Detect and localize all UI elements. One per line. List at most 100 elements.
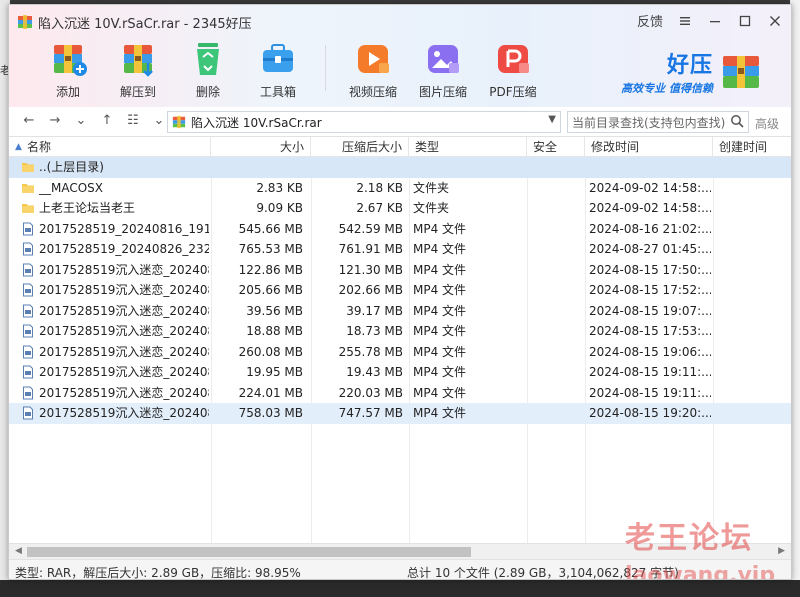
row-name-cell: 2017528519沉入迷恋_202408...	[21, 383, 209, 403]
menu-icon[interactable]	[677, 12, 693, 30]
row-modified: 2024-08-15 19:11:...	[589, 365, 711, 379]
row-name: 2017528519_20240816_1919...	[39, 221, 209, 236]
path-field[interactable]: 陷入沉迷 10V.rSaCr.rar ▼	[167, 111, 561, 133]
extract-button[interactable]: 解压到	[103, 39, 173, 101]
row-name: 2017528519沉入迷恋_202408...	[39, 324, 209, 338]
brand-block: 好压 高效专业 值得信赖	[621, 47, 763, 96]
column-compressed-size[interactable]: 压缩后大小	[311, 137, 409, 157]
row-compressed-size: 39.17 MB	[346, 303, 403, 318]
scroll-left-icon[interactable]: ◀	[15, 546, 22, 556]
row-size: 758.03 MB	[238, 406, 303, 420]
toolbox-button-label: 工具箱	[259, 85, 296, 99]
row-name: 2017528519沉入迷恋_202408...	[39, 262, 209, 277]
address-bar: ← → ⌄ ↑ ☷ ⌄ 陷入沉迷 10V.rSaCr.rar ▼ 当前目录查找(…	[9, 107, 791, 137]
up-arrow-icon[interactable]: ↑	[99, 113, 115, 128]
history-dropdown-icon[interactable]: ⌄	[73, 113, 89, 128]
toolbox-button[interactable]: 工具箱	[243, 39, 313, 101]
row-size	[209, 157, 303, 177]
view-mode-dropdown-icon[interactable]: ⌄	[151, 113, 167, 128]
table-row[interactable]: 2017528519_20240826_2326... 765.53 MB 761.…	[9, 239, 791, 260]
row-name-cell: 上老王论坛当老王	[21, 198, 209, 218]
add-button[interactable]: 添加	[33, 39, 103, 101]
scrollbar-thumb[interactable]	[27, 547, 471, 557]
minimize-icon[interactable]	[707, 12, 723, 30]
row-name: 2017528519沉入迷恋_202408...	[39, 365, 209, 379]
row-type: MP4 文件	[413, 221, 467, 236]
row-size: 39.56 MB	[246, 303, 303, 318]
column-security[interactable]: 安全	[527, 137, 585, 157]
table-row[interactable]: 2017528519_20240816_1919... 545.66 MB 542.…	[9, 219, 791, 240]
delete-button[interactable]: 删除	[173, 39, 243, 101]
table-row[interactable]: 2017528519沉入迷恋_202408... 260.08 MB 255.78 …	[9, 342, 791, 363]
path-dropdown-icon[interactable]: ▼	[548, 114, 556, 125]
search-icon[interactable]	[730, 114, 744, 128]
row-compressed-size: 761.91 MB	[338, 242, 403, 256]
video-file-icon	[23, 406, 33, 420]
close-icon[interactable]	[767, 12, 783, 30]
row-modified: 2024-08-15 19:06:...	[589, 344, 711, 359]
search-input[interactable]: 当前目录查找(支持包内查找)	[567, 111, 749, 133]
row-compressed-size: 121.30 MB	[338, 262, 403, 277]
row-name: 2017528519沉入迷恋_202408...	[39, 303, 209, 318]
back-arrow-icon[interactable]: ←	[21, 113, 37, 128]
extract-icon	[124, 45, 153, 77]
extract-button-label: 解压到	[119, 85, 156, 99]
add-archive-icon	[54, 45, 87, 76]
table-row[interactable]: 2017528519沉入迷恋_202408... 205.66 MB 202.66 …	[9, 280, 791, 301]
folder-icon	[22, 183, 34, 193]
row-name: 2017528519沉入迷恋_202408...	[39, 406, 209, 420]
feedback-link[interactable]: 反馈	[637, 11, 663, 30]
table-row[interactable]: __MACOSX 2.83 KB 2.18 KB 文件夹 2024-09-02 14:5…	[9, 178, 791, 199]
row-compressed-size: 202.66 MB	[338, 283, 403, 297]
column-created[interactable]: 创建时间	[713, 137, 791, 157]
parent-directory-row[interactable]: ..(上层目录)	[9, 157, 791, 178]
row-modified: 2024-08-15 17:52:...	[589, 283, 711, 297]
table-row[interactable]: 2017528519沉入迷恋_202408... 39.56 MB 39.17 MB…	[9, 301, 791, 322]
maximize-icon[interactable]	[737, 12, 753, 30]
delete-button-label: 删除	[195, 85, 220, 99]
row-name-cell: 2017528519沉入迷恋_202408...	[21, 260, 209, 280]
row-modified: 2024-08-27 01:45:...	[589, 242, 711, 256]
row-type: MP4 文件	[413, 283, 467, 297]
row-compressed-size: 255.78 MB	[338, 344, 403, 359]
advanced-search-link[interactable]: 高级	[755, 115, 779, 132]
row-size: 260.08 MB	[238, 344, 303, 359]
row-name: 2017528519沉入迷恋_202408...	[39, 283, 209, 297]
image-compress-button[interactable]: 图片压缩	[408, 39, 478, 101]
row-type: MP4 文件	[413, 262, 467, 277]
column-size[interactable]: 大小	[211, 137, 311, 157]
table-row[interactable]: 2017528519沉入迷恋_202408... 18.88 MB 18.73 MB…	[9, 321, 791, 342]
row-size: 2.83 KB	[256, 180, 303, 195]
column-modified[interactable]: 修改时间	[585, 137, 713, 157]
row-name: 上老王论坛当老王	[39, 201, 136, 215]
row-modified: 2024-08-15 19:07:...	[589, 303, 711, 318]
forward-arrow-icon[interactable]: →	[47, 113, 63, 128]
row-size: 205.66 MB	[238, 283, 303, 297]
row-type: MP4 文件	[413, 365, 467, 379]
file-rows: ..(上层目录) __MACOSX 2.83 KB 2.18 KB 文件夹 2024-09…	[9, 157, 791, 424]
row-type	[413, 157, 523, 177]
sort-up-icon: ▲	[15, 142, 22, 152]
video-file-icon	[23, 304, 33, 317]
column-type[interactable]: 类型	[409, 137, 527, 157]
scroll-right-icon[interactable]: ▶	[778, 546, 785, 556]
table-row[interactable]: 2017528519沉入迷恋_202408... 122.86 MB 121.30 …	[9, 260, 791, 281]
row-modified: 2024-08-15 19:11:...	[589, 385, 711, 400]
row-compressed-size: 2.18 KB	[356, 180, 403, 195]
row-size: 545.66 MB	[238, 221, 303, 236]
window-controls: 反馈	[637, 11, 783, 30]
row-name: __MACOSX	[39, 180, 104, 195]
table-row[interactable]: 2017528519沉入迷恋_202408... 19.95 MB 19.43 MB…	[9, 362, 791, 383]
video-compress-button[interactable]: 视频压缩	[338, 39, 408, 101]
column-name[interactable]: ▲ 名称	[9, 137, 211, 157]
row-compressed-size: 747.57 MB	[338, 406, 403, 420]
archive-window: 陷入沉迷 10V.rSaCr.rar - 2345好压 反馈 添加 解压到 删除…	[8, 4, 792, 580]
table-row[interactable]: 2017528519沉入迷恋_202408... 224.01 MB 220.03 …	[9, 383, 791, 404]
table-row[interactable]: 上老王论坛当老王 9.09 KB 2.67 KB 文件夹 2024-09-02 14:5…	[9, 198, 791, 219]
view-mode-icon[interactable]: ☷	[125, 113, 141, 128]
row-name-cell: 2017528519_20240816_1919...	[21, 219, 209, 239]
row-type: MP4 文件	[413, 303, 467, 318]
pdf-compress-button[interactable]: PDF压缩	[478, 39, 548, 101]
row-name-cell: __MACOSX	[21, 178, 209, 198]
table-row[interactable]: 2017528519沉入迷恋_202408... 758.03 MB 747.57 …	[9, 403, 791, 424]
